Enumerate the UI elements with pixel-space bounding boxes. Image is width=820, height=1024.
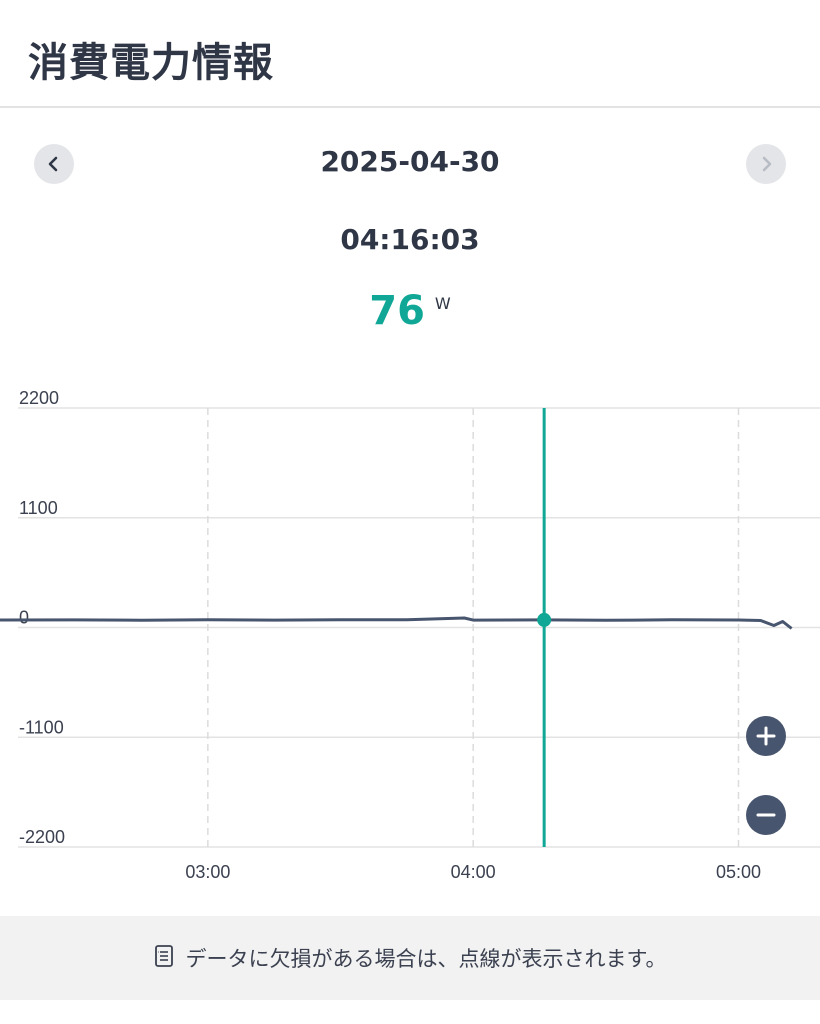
power-readout: 76 W bbox=[0, 288, 820, 334]
next-day-button[interactable] bbox=[746, 144, 786, 184]
page-title: 消費電力情報 bbox=[28, 40, 274, 86]
power-value: 76 bbox=[369, 288, 425, 334]
missing-data-note: データに欠損がある場合は、点線が表示されます。 bbox=[185, 947, 667, 971]
y-tick-label: -2200 bbox=[19, 827, 65, 847]
y-tick-label: 2200 bbox=[19, 388, 59, 408]
y-tick-label: 1100 bbox=[19, 498, 58, 518]
x-tick-label: 05:00 bbox=[716, 862, 761, 882]
power-chart[interactable]: 2200 1100 0 -1100 -2200 03:00 04:00 05:00 bbox=[0, 380, 820, 890]
power-unit: W bbox=[434, 294, 451, 313]
document-icon bbox=[154, 944, 174, 973]
y-tick-label: -1100 bbox=[19, 717, 64, 737]
y-tick-label: 0 bbox=[19, 608, 29, 628]
footer-note: データに欠損がある場合は、点線が表示されます。 bbox=[0, 916, 820, 1000]
zoom-out-button[interactable] bbox=[746, 795, 786, 835]
x-tick-label: 03:00 bbox=[185, 862, 230, 882]
plus-icon bbox=[756, 726, 776, 746]
zoom-in-button[interactable] bbox=[746, 716, 786, 756]
x-tick-label: 04:00 bbox=[451, 862, 496, 882]
app-header: 消費電力情報 bbox=[0, 0, 820, 108]
chevron-right-icon bbox=[762, 156, 772, 172]
cursor-point bbox=[537, 612, 552, 627]
date-label: 2025-04-30 bbox=[320, 145, 500, 178]
selected-time: 04:16:03 bbox=[340, 223, 480, 256]
minus-icon bbox=[756, 813, 776, 817]
